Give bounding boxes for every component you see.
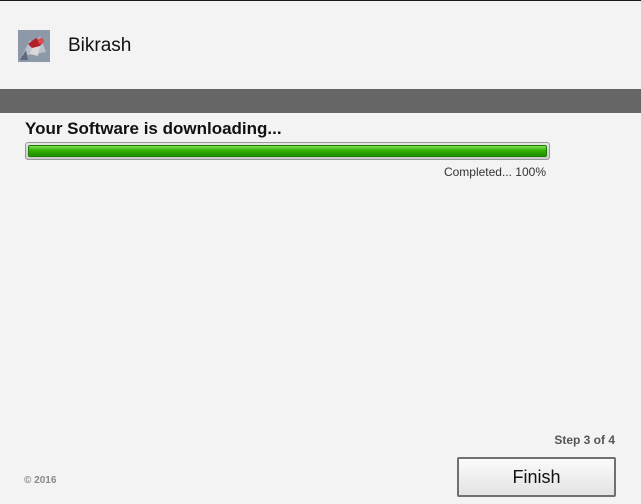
- download-status-title: Your Software is downloading...: [25, 119, 282, 138]
- finish-button[interactable]: Finish: [457, 457, 616, 497]
- header: Bikrash: [0, 1, 641, 89]
- copyright-text: © 2016: [24, 475, 57, 486]
- download-progress-bar: [25, 142, 550, 160]
- app-title: Bikrash: [68, 35, 132, 56]
- step-indicator: Step 3 of 4: [554, 433, 615, 447]
- app-logo-icon: [18, 30, 50, 62]
- installer-window: Bikrash Your Software is downloading... …: [0, 0, 641, 504]
- header-divider-bar: [0, 89, 641, 113]
- progress-label: Completed... 100%: [443, 165, 546, 179]
- download-progress-fill: [28, 145, 547, 157]
